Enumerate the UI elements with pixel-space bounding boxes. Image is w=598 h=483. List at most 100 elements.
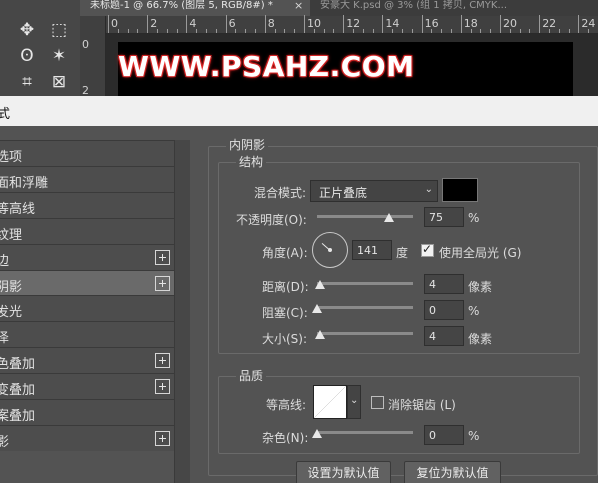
choke-input[interactable]: 0 — [424, 300, 464, 320]
blend-mode-select[interactable]: 正片叠底 ⌄ — [310, 180, 438, 202]
style-list-item[interactable]: 变叠加 — [0, 373, 174, 400]
ruler-minor-tick — [402, 29, 403, 33]
global-light-checkbox[interactable] — [421, 242, 434, 257]
ruler-minor-tick — [431, 29, 433, 33]
ruler-minor-tick — [176, 29, 178, 33]
ruler-tick — [578, 15, 580, 33]
move-tool-icon[interactable]: ✥ — [14, 18, 40, 42]
add-icon[interactable] — [155, 430, 170, 446]
opacity-unit: % — [468, 211, 480, 225]
choke-slider-handle[interactable] — [312, 304, 322, 313]
close-icon[interactable]: × — [294, 0, 303, 12]
ruler-tick — [500, 15, 501, 33]
noise-unit: % — [468, 429, 480, 443]
ruler-minor-tick — [519, 29, 521, 33]
opacity-slider-handle[interactable] — [384, 213, 394, 222]
angle-dial[interactable] — [312, 232, 348, 268]
reset-default-button[interactable]: 复位为默认值 — [404, 461, 501, 483]
style-list-item[interactable]: 等高线 — [0, 191, 174, 218]
ruler-tick — [147, 15, 149, 33]
size-slider-handle[interactable] — [315, 330, 325, 339]
add-icon[interactable] — [155, 379, 170, 395]
ruler-minor-tick — [127, 29, 129, 33]
style-list-item[interactable]: 案叠加 — [0, 399, 174, 425]
style-list-item[interactable]: 纹理 — [0, 217, 174, 244]
screen: { "tabs": { "active": "未标题-1 @ 66.7% (图层… — [0, 0, 598, 483]
contour-dropdown[interactable]: ⌄ — [347, 385, 361, 419]
ruler-minor-tick — [372, 29, 374, 33]
ruler-minor-tick — [274, 29, 276, 33]
marquee-tool-icon[interactable]: ⬚ — [46, 18, 72, 42]
ruler-minor-tick — [549, 29, 550, 33]
choke-label: 阻塞(C): — [262, 306, 308, 320]
distance-slider-track[interactable] — [317, 282, 413, 285]
ruler-minor-tick — [451, 29, 452, 33]
size-input[interactable]: 4 — [424, 326, 464, 346]
distance-input[interactable]: 4 — [424, 274, 464, 294]
chevron-down-icon: ⌄ — [350, 395, 359, 406]
ruler-label: 2 — [82, 84, 89, 96]
ruler-minor-tick — [313, 29, 315, 33]
make-default-button[interactable]: 设置为默认值 — [296, 461, 391, 483]
ruler-tick — [460, 15, 462, 33]
ruler-minor-tick — [215, 29, 217, 33]
ruler-minor-tick — [441, 29, 443, 33]
style-list-item[interactable]: 选项 — [0, 140, 174, 166]
style-list-item[interactable]: 发光 — [0, 295, 174, 322]
ruler-minor-tick — [470, 29, 472, 33]
ruler-tick — [108, 15, 109, 33]
style-list-item[interactable]: 边 — [0, 243, 174, 270]
add-icon[interactable] — [155, 353, 170, 369]
canvas-logo-text: WWW.PSAHZ.COM — [118, 50, 415, 83]
structure-legend: 结构 — [236, 153, 267, 170]
crop-tool-icon[interactable]: ⌗ — [14, 70, 40, 94]
ruler-minor-tick — [411, 29, 413, 33]
ruler-tick — [539, 15, 541, 33]
ruler-minor-tick — [490, 29, 492, 33]
magic-wand-tool-icon[interactable]: ✶ — [46, 44, 72, 68]
ruler-minor-tick — [323, 29, 325, 33]
opacity-label: 不透明度(O): — [236, 213, 307, 227]
style-list-item-label: 案叠加 — [0, 409, 36, 424]
document-canvas[interactable]: WWW.PSAHZ.COM — [118, 42, 573, 96]
ruler-tick — [186, 15, 188, 33]
style-list-item[interactable]: 面和浮雕 — [0, 165, 174, 192]
ruler-minor-tick — [206, 29, 207, 33]
distance-slider-handle[interactable] — [315, 280, 325, 289]
style-list-item-label: 泽 — [0, 331, 10, 347]
vertical-ruler: 02 — [80, 34, 106, 96]
tab-untitled-1[interactable]: 未标题-1 @ 66.7% (图层 5, RGB/8#) * × — [80, 0, 310, 16]
ruler-minor-tick — [333, 29, 335, 33]
choke-slider-track[interactable] — [317, 306, 413, 309]
style-list-item-label: 选项 — [0, 150, 23, 165]
style-list-item-label: 变叠加 — [0, 383, 36, 399]
frame-tool-icon[interactable]: ⊠ — [46, 70, 72, 94]
size-slider-track[interactable] — [317, 332, 413, 335]
noise-slider-handle[interactable] — [312, 429, 322, 438]
angle-input[interactable]: 141 — [352, 240, 392, 260]
style-list-item[interactable]: 影 — [0, 424, 174, 451]
noise-slider-track[interactable] — [317, 431, 413, 434]
layer-style-dialog: 选项 面和浮雕 等高线 纹理边阴影 发光泽色叠加 变叠加 案叠加影 内阴影 结构 混合模式:… — [0, 126, 598, 483]
style-list-item[interactable]: 阴影 — [0, 269, 174, 296]
opacity-input[interactable]: 75 — [424, 207, 464, 227]
quality-legend: 品质 — [236, 367, 267, 384]
section-title: 内阴影 — [226, 136, 269, 153]
contour-preview[interactable] — [313, 385, 347, 419]
layer-style-dialog-titlebar: 式 — [0, 96, 598, 126]
noise-input[interactable]: 0 — [424, 425, 464, 445]
ruler-minor-tick — [117, 29, 119, 33]
style-list-item[interactable]: 泽 — [0, 321, 174, 348]
opacity-slider-track[interactable] — [317, 215, 413, 218]
shadow-color-swatch[interactable] — [442, 178, 478, 202]
ruler-minor-tick — [196, 29, 198, 33]
style-list-item[interactable]: 色叠加 — [0, 347, 174, 374]
add-icon[interactable] — [155, 249, 170, 265]
antialias-checkbox[interactable] — [371, 396, 384, 409]
lasso-tool-icon[interactable]: ʘ — [14, 44, 40, 68]
style-list-item-label: 边 — [0, 253, 10, 269]
ruler-minor-tick — [157, 29, 158, 33]
style-list-scrollbar[interactable] — [174, 140, 190, 483]
tab-anhao-psd[interactable]: 安豪大 K.psd @ 3% (组 1 拷贝, CMYK... — [316, 0, 598, 16]
add-icon[interactable] — [155, 275, 170, 291]
